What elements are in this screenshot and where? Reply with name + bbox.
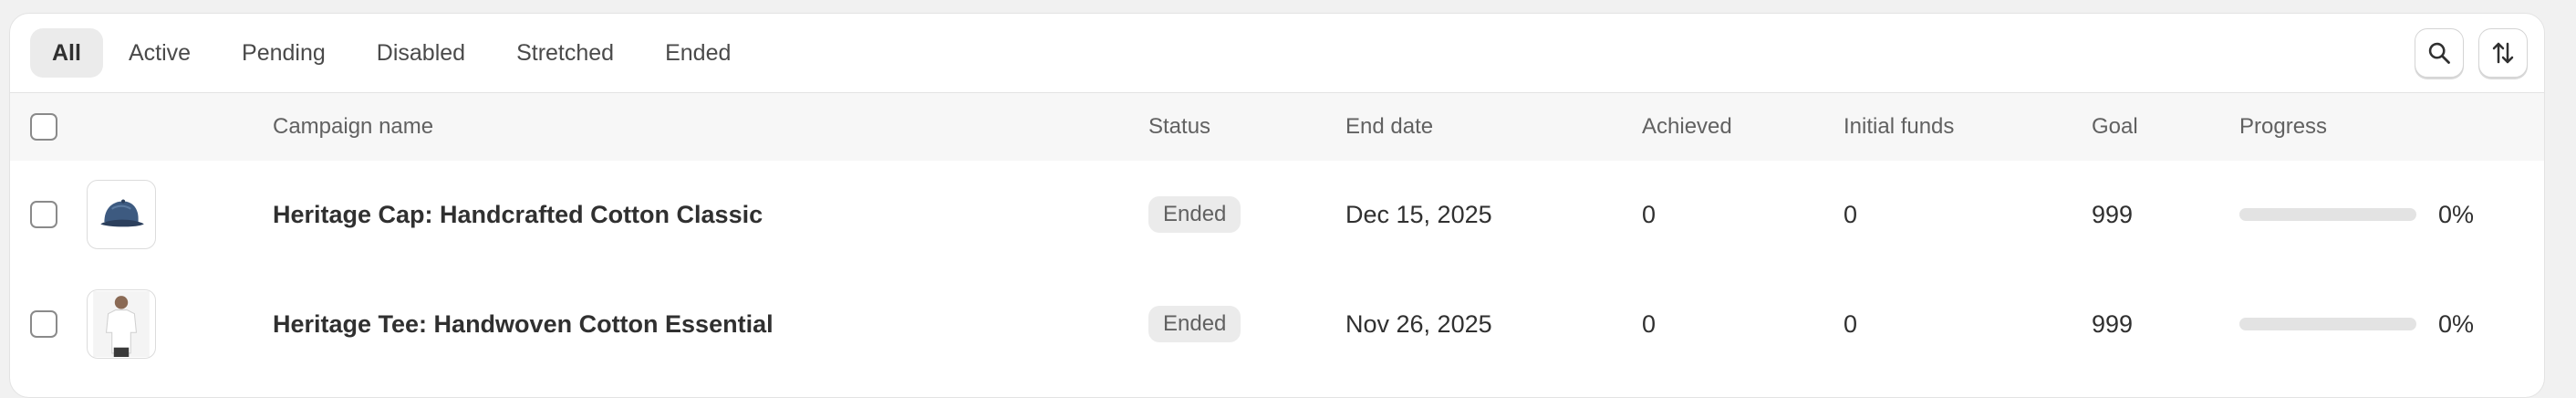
progress-bar (2239, 318, 2416, 330)
progress-label: 0% (2438, 309, 2475, 338)
end-date: Dec 15, 2025 (1345, 200, 1492, 228)
column-end-date[interactable]: End date (1345, 93, 1433, 161)
tab-stretched[interactable]: Stretched (491, 28, 639, 78)
status-cell: Ended (1148, 160, 1241, 269)
table-header: Campaign name Status End date Achieved I… (10, 92, 2544, 161)
column-initial-funds[interactable]: Initial funds (1844, 93, 1954, 161)
search-button[interactable] (2415, 28, 2464, 78)
tee-image (93, 291, 150, 357)
tab-ended[interactable]: Ended (639, 28, 756, 78)
status-badge: Ended (1148, 196, 1241, 233)
table-row[interactable]: Heritage Cap: Handcrafted Cotton Classic… (10, 160, 2544, 269)
column-status[interactable]: Status (1148, 93, 1210, 161)
column-goal[interactable]: Goal (2092, 93, 2138, 161)
product-thumbnail-tee (87, 289, 156, 359)
initial-funds-value: 0 (1844, 309, 1858, 338)
tab-active[interactable]: Active (103, 28, 216, 78)
row-checkbox[interactable] (30, 310, 57, 338)
tab-disabled[interactable]: Disabled (351, 28, 491, 78)
initial-funds-value: 0 (1844, 200, 1858, 228)
table-row[interactable]: Heritage Tee: Handwoven Cotton Essential… (10, 269, 2544, 379)
search-icon (2428, 42, 2450, 64)
end-date: Nov 26, 2025 (1345, 309, 1492, 338)
campaign-name[interactable]: Heritage Tee: Handwoven Cotton Essential (273, 269, 774, 379)
sort-button[interactable] (2478, 28, 2528, 78)
goal-value: 999 (2092, 200, 2134, 228)
column-achieved[interactable]: Achieved (1642, 93, 1732, 161)
progress-label: 0% (2438, 200, 2475, 228)
tab-all[interactable]: All (30, 28, 103, 78)
achieved-value: 0 (1642, 200, 1657, 228)
column-progress[interactable]: Progress (2239, 93, 2327, 161)
select-all-checkbox[interactable] (30, 113, 57, 141)
status-cell: Ended (1148, 269, 1241, 379)
campaigns-card: All Active Pending Disabled Stretched En… (9, 13, 2545, 398)
tab-pending[interactable]: Pending (216, 28, 351, 78)
cap-image (100, 199, 144, 227)
campaign-name[interactable]: Heritage Cap: Handcrafted Cotton Classic (273, 160, 763, 269)
filter-tabs: All Active Pending Disabled Stretched En… (30, 28, 756, 78)
row-checkbox[interactable] (30, 201, 57, 228)
sort-icon (2492, 42, 2514, 64)
goal-value: 999 (2092, 309, 2134, 338)
column-campaign-name[interactable]: Campaign name (273, 93, 433, 161)
progress-bar (2239, 208, 2416, 221)
achieved-value: 0 (1642, 309, 1657, 338)
status-badge: Ended (1148, 306, 1241, 342)
product-thumbnail-cap (87, 180, 156, 249)
